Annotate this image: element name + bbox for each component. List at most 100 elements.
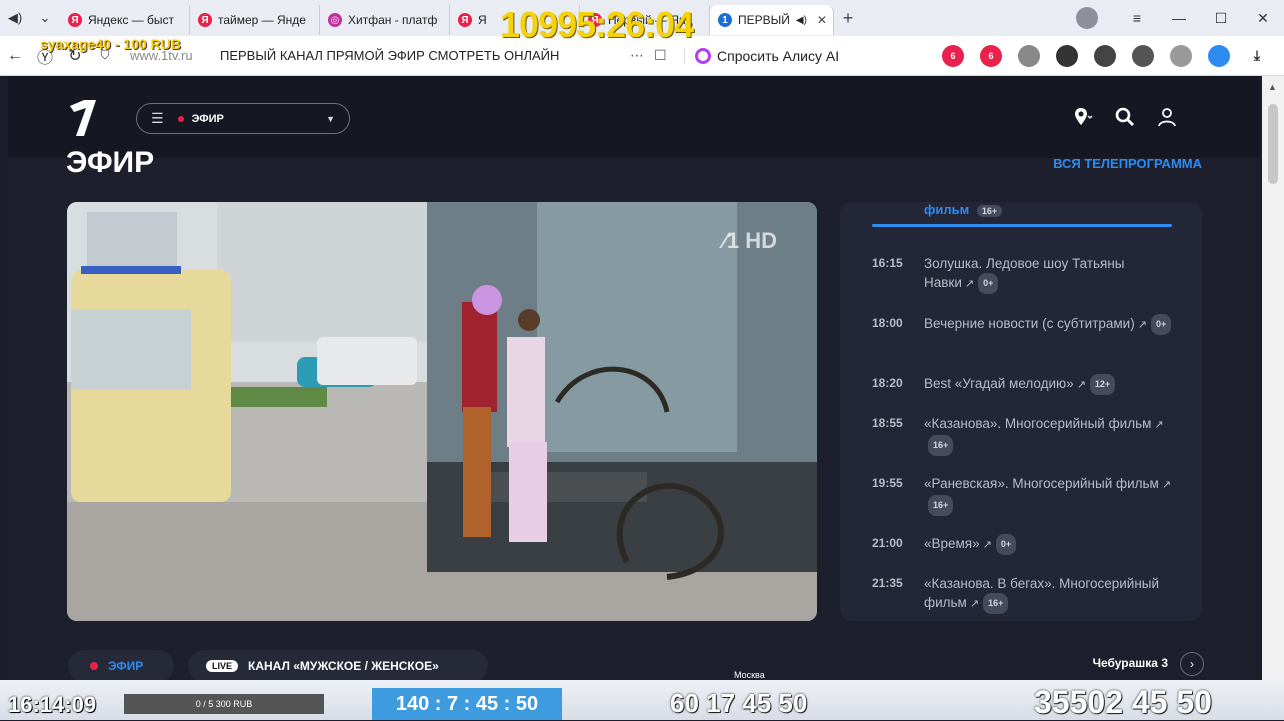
media-extension-icon[interactable]	[1132, 44, 1154, 67]
browser-tab[interactable]: ◎ Хитфан - платф	[320, 5, 450, 35]
channel-watermark-icon: ⁄1	[723, 228, 746, 253]
schedule-title-text: Золушка. Ледовое шоу Татьяны Навки	[924, 256, 1125, 291]
schedule-time: 19:55	[872, 476, 903, 490]
age-rating-badge: 0+	[1150, 314, 1172, 335]
age-rating-badge: 16+	[928, 435, 954, 456]
tab-favicon-icon: Я	[198, 13, 212, 27]
age-rating-badge: 16+	[928, 495, 954, 516]
schedule-row[interactable]: 19:55 «Раневская». Многосерийный фильм ↗ 16…	[872, 474, 1172, 516]
profile-avatar[interactable]	[1076, 7, 1098, 29]
stream-counter-1: 140 : 7 : 45 : 50	[372, 688, 562, 720]
tab-label: таймер — Янде	[218, 13, 306, 27]
live-dot-icon	[177, 115, 184, 122]
live-video-player[interactable]: ⁄1 HD	[67, 202, 817, 621]
translate-extension-icon[interactable]	[1208, 44, 1230, 67]
donation-goal-bar: 0 / 5 300 RUB	[124, 694, 324, 714]
age-rating-badge: 0+	[978, 273, 999, 294]
scroll-thumb[interactable]	[1268, 104, 1278, 184]
close-tab-icon[interactable]: ✕	[817, 13, 827, 27]
efir-pill-button[interactable]: ЭФИР	[68, 650, 174, 680]
maximize-icon[interactable]: ☐	[1200, 10, 1242, 27]
schedule-title-text: «Казанова». Многосерийный фильм	[924, 416, 1152, 431]
browser-tab[interactable]: Я Яндекс — быст	[60, 5, 190, 35]
channel-pill-button[interactable]: LIVE КАНАЛ «МУЖСКОЕ / ЖЕНСКОЕ»	[188, 650, 488, 680]
bookmark-icon[interactable]: ☐	[654, 47, 678, 64]
age-rating-badge: 16+	[976, 204, 1003, 217]
menu-icon[interactable]: ≡	[1116, 10, 1158, 26]
scroll-up-icon[interactable]: ▲	[1268, 82, 1277, 92]
browser-tab[interactable]: Ятаймер — Янде	[190, 5, 320, 35]
first-channel-logo-icon[interactable]	[66, 98, 102, 138]
screenshot-extension-icon[interactable]	[1018, 44, 1040, 67]
hd-watermark-label: HD	[745, 228, 777, 253]
location-pin-icon[interactable]	[1072, 106, 1094, 128]
section-title: ЭФИР	[66, 146, 155, 179]
schedule-title-text: Best «Угадай мелодию»	[924, 376, 1074, 392]
schedule-title: Вечерние новости (с субтитрами) ↗ 0+	[924, 314, 1172, 335]
external-link-icon[interactable]: ↗	[1138, 319, 1147, 331]
first-channel-site: ☰ ЭФИР ▼ ЭФИР ВСЯ ТЕЛЕПРОГРАММА ⁄1 HD фи…	[8, 76, 1260, 680]
schedule-title: Best «Угадай мелодию» ↗ 12+	[924, 374, 1172, 395]
window-controls: ≡ — ☐ ✕	[1076, 0, 1284, 36]
stream-counter-3: 35502 45 50	[1034, 684, 1212, 720]
stream-clock: 16:14:09	[8, 692, 97, 717]
external-link-icon[interactable]: ↗	[983, 539, 992, 551]
url-page-title[interactable]: ПЕРВЫЙ КАНАЛ ПРЯМОЙ ЭФИР СМОТРЕТЬ ОНЛАЙН	[220, 48, 630, 63]
schedule-row[interactable]: 21:35 «Казанова. В бегах». Многосерийный …	[872, 574, 1172, 614]
shield-extension-icon[interactable]	[1094, 44, 1116, 67]
adblock-extension-2-icon[interactable]: 6	[980, 44, 1002, 67]
schedule-time: 21:35	[872, 576, 903, 590]
schedule-panel[interactable]: фильм 16+ 16:15 Золушка. Ледовое шоу Тать…	[840, 202, 1202, 621]
next-arrow-icon[interactable]: ›	[1180, 652, 1204, 676]
schedule-row[interactable]: 18:55 «Казанова». Многосерийный фильм ↗ 16+	[872, 414, 1172, 456]
download-icon[interactable]: ⤓	[1246, 44, 1268, 67]
schedule-title: «Время» ↗ 0+	[924, 534, 1172, 555]
schedule-time: 18:00	[872, 316, 903, 330]
more-dots-icon[interactable]: ⋯	[630, 47, 654, 64]
page-scrollbar[interactable]: ▲	[1262, 76, 1284, 680]
minimize-icon[interactable]: —	[1158, 10, 1200, 26]
tab-favicon-icon: Я	[458, 13, 472, 27]
schedule-current-label: фильм	[924, 202, 970, 217]
adblock-extension-icon[interactable]: 6	[942, 44, 964, 67]
efir-dropdown[interactable]: ☰ ЭФИР ▼	[136, 103, 350, 134]
tab-label: Хитфан - платф	[348, 13, 438, 27]
schedule-time: 21:00	[872, 536, 903, 550]
tab-list-chevron-icon[interactable]: ⌄	[30, 0, 60, 36]
burger-menu-icon: ☰	[151, 110, 164, 126]
video-frame	[67, 202, 817, 621]
back-arrow-icon[interactable]: ←	[0, 47, 30, 65]
schedule-title: Золушка. Ледовое шоу Татьяны Навки ↗ 0+	[924, 254, 1172, 294]
collections-icon[interactable]	[1170, 44, 1192, 67]
tab-audio-icon[interactable]: ◀)	[0, 0, 30, 36]
schedule-title-text: «Раневская». Многосерийный фильм	[924, 476, 1159, 491]
search-icon[interactable]	[1114, 106, 1136, 128]
close-window-icon[interactable]: ✕	[1242, 10, 1284, 27]
vpn-extension-icon[interactable]	[1056, 44, 1078, 67]
external-link-icon[interactable]: ↗	[1077, 379, 1086, 391]
schedule-time: 16:15	[872, 256, 903, 270]
all-program-link[interactable]: ВСЯ ТЕЛЕПРОГРАММА	[1053, 156, 1202, 171]
city-label: Москва	[734, 670, 765, 680]
ask-alice-button[interactable]: Спросить Алису AI	[684, 47, 849, 64]
external-link-icon[interactable]: ↗	[965, 278, 974, 290]
ask-alice-label: Спросить Алису AI	[717, 47, 840, 64]
active-tab[interactable]: 1 ПЕРВЫЙ ◀) ✕	[710, 5, 834, 35]
next-show-title[interactable]: Чебурашка 3	[1093, 656, 1168, 670]
channel-switcher: ЭФИР LIVE КАНАЛ «МУЖСКОЕ / ЖЕНСКОЕ» Чебу…	[8, 646, 1260, 680]
external-link-icon[interactable]: ↗	[970, 598, 979, 610]
schedule-title-text: «Казанова. В бегах». Многосерийный фильм	[924, 576, 1160, 611]
user-profile-icon[interactable]	[1156, 106, 1178, 128]
new-tab-button[interactable]: +	[834, 8, 862, 29]
schedule-row[interactable]: 18:00 Вечерние новости (с субтитрами) ↗ 0+	[872, 314, 1172, 335]
external-link-icon[interactable]: ↗	[1162, 479, 1171, 491]
schedule-current-item[interactable]: фильм 16+	[924, 202, 1003, 217]
header-icons	[1072, 106, 1178, 128]
schedule-row[interactable]: 18:20 Best «Угадай мелодию» ↗ 12+	[872, 374, 1172, 395]
schedule-row[interactable]: 16:15 Золушка. Ледовое шоу Татьяны Навки ↗…	[872, 254, 1172, 294]
extension-icons: 6 6 ⤓	[942, 44, 1268, 67]
first-channel-favicon-icon: 1	[718, 13, 732, 27]
schedule-title: «Казанова. В бегах». Многосерийный фильм…	[924, 574, 1172, 614]
external-link-icon[interactable]: ↗	[1154, 419, 1163, 431]
schedule-row[interactable]: 21:00 «Время» ↗ 0+	[872, 534, 1172, 555]
